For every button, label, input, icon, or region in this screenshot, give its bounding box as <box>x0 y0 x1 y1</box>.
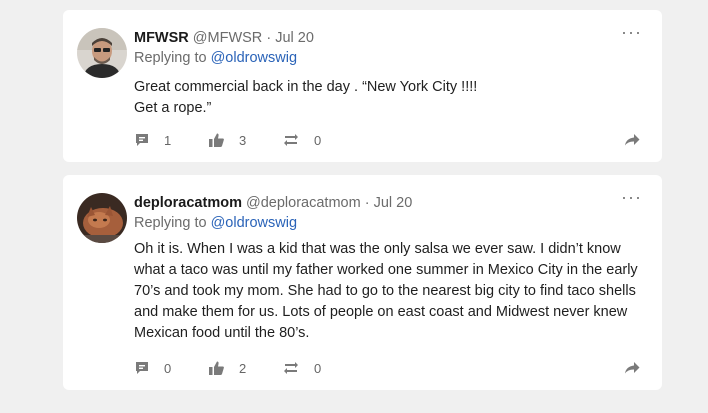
post-card: deploracatmom @deploracatmom · Jul 20 Re… <box>63 175 662 390</box>
post-body-line: Get a rope.” <box>134 100 212 116</box>
reply-to-link[interactable]: @oldrowswig <box>211 50 297 66</box>
comment-icon <box>134 132 150 148</box>
thumbs-up-icon <box>208 360 225 376</box>
author-handle[interactable]: @MFWSR <box>193 30 262 46</box>
repost-button[interactable]: 0 <box>282 130 321 150</box>
repost-icon <box>282 360 300 376</box>
avatar[interactable] <box>77 28 127 78</box>
repost-button[interactable]: 0 <box>282 358 321 378</box>
share-button[interactable] <box>624 358 640 378</box>
post-header: MFWSR @MFWSR · Jul 20 <box>134 29 314 47</box>
comment-count: 0 <box>164 360 172 376</box>
reply-to-link[interactable]: @oldrowswig <box>211 215 297 231</box>
post-date[interactable]: Jul 20 <box>374 195 413 211</box>
like-button[interactable]: 3 <box>208 130 246 150</box>
post-body: Oh it is. When I was a kid that was the … <box>134 239 644 344</box>
comment-count: 1 <box>164 132 172 148</box>
separator-dot: · <box>266 30 272 46</box>
reply-prefix: Replying to <box>134 215 207 231</box>
action-bar: 1 3 0 <box>134 130 640 150</box>
share-button[interactable] <box>624 130 640 150</box>
reply-context: Replying to @oldrowswig <box>134 214 297 232</box>
post-body-line: Great commercial back in the day . “New … <box>134 79 478 95</box>
action-bar: 0 2 0 <box>134 358 640 378</box>
author-name[interactable]: deploracatmom <box>134 195 242 211</box>
post-header: deploracatmom @deploracatmom · Jul 20 <box>134 194 412 212</box>
share-arrow-icon <box>624 361 640 375</box>
more-options-icon[interactable]: ··· <box>621 23 642 41</box>
more-options-icon[interactable]: ··· <box>621 188 642 206</box>
comment-icon <box>134 360 150 376</box>
post-body-line: Oh it is. When I was a kid that was the … <box>134 241 638 341</box>
like-count: 2 <box>239 360 247 376</box>
comment-button[interactable]: 1 <box>134 130 171 150</box>
like-count: 3 <box>239 132 247 148</box>
like-button[interactable]: 2 <box>208 358 246 378</box>
post-card: MFWSR @MFWSR · Jul 20 Replying to @oldro… <box>63 10 662 162</box>
reply-prefix: Replying to <box>134 50 207 66</box>
repost-count: 0 <box>314 360 322 376</box>
share-arrow-icon <box>624 133 640 147</box>
comment-button[interactable]: 0 <box>134 358 171 378</box>
post-date[interactable]: Jul 20 <box>275 30 314 46</box>
author-name[interactable]: MFWSR <box>134 30 189 46</box>
separator-dot: · <box>364 195 370 211</box>
reply-context: Replying to @oldrowswig <box>134 49 297 67</box>
post-body: Great commercial back in the day . “New … <box>134 77 644 119</box>
author-handle[interactable]: @deploracatmom <box>246 195 361 211</box>
repost-icon <box>282 132 300 148</box>
avatar[interactable] <box>77 193 127 243</box>
repost-count: 0 <box>314 132 322 148</box>
thumbs-up-icon <box>208 132 225 148</box>
